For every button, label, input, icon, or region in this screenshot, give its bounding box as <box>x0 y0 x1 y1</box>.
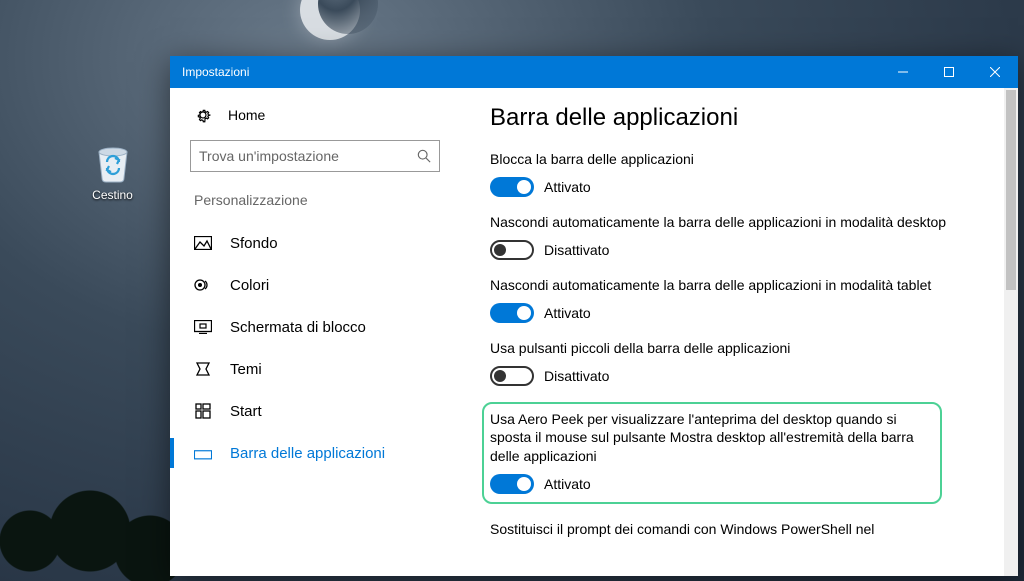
sidebar-item-label: Sfondo <box>230 235 278 252</box>
sidebar-item-colori[interactable]: Colori <box>190 264 440 306</box>
colori-icon <box>194 276 212 294</box>
sidebar-item-temi[interactable]: Temi <box>190 348 440 390</box>
close-button[interactable] <box>972 56 1018 88</box>
sidebar-item-label: Barra delle applicazioni <box>230 445 385 462</box>
sidebar: Home Trova un'impostazione Personalizzaz… <box>170 88 460 576</box>
recycle-bin-icon <box>91 140 135 184</box>
gear-icon <box>194 106 212 124</box>
toggle-state: Attivato <box>544 305 591 321</box>
minimize-button[interactable] <box>880 56 926 88</box>
recycle-bin-label: Cestino <box>75 188 150 202</box>
barra-delle-applicazioni-icon <box>194 444 212 462</box>
maximize-icon <box>944 67 954 77</box>
sidebar-item-start[interactable]: Start <box>190 390 440 432</box>
toggle-2[interactable] <box>490 303 534 323</box>
start-icon <box>194 402 212 420</box>
sidebar-item-label: Start <box>230 403 262 420</box>
titlebar[interactable]: Impostazioni <box>170 56 1018 88</box>
home-link[interactable]: Home <box>194 106 440 124</box>
toggle-state: Attivato <box>544 179 591 195</box>
toggle-3[interactable] <box>490 366 534 386</box>
category-label: Personalizzazione <box>194 192 440 208</box>
toggle-4[interactable] <box>490 474 534 494</box>
toggle-0[interactable] <box>490 177 534 197</box>
moon-decoration <box>300 0 360 40</box>
settings-window: Impostazioni Home Trova un'impostazione … <box>170 56 1018 576</box>
content-pane: Barra delle applicazioni Blocca la barra… <box>460 88 1018 576</box>
sidebar-item-sfondo[interactable]: Sfondo <box>190 222 440 264</box>
setting-2: Nascondi automaticamente la barra delle … <box>490 276 950 323</box>
maximize-button[interactable] <box>926 56 972 88</box>
setting-label: Usa Aero Peek per visualizzare l'antepri… <box>490 410 932 467</box>
schermata-di-blocco-icon <box>194 318 212 336</box>
nav-list: Sfondo Colori Schermata di blocco Temi Start… <box>190 222 440 474</box>
sidebar-item-label: Schermata di blocco <box>230 319 366 336</box>
scrollbar[interactable] <box>1004 88 1018 576</box>
sidebar-item-barra-delle-applicazioni[interactable]: Barra delle applicazioni <box>190 432 440 474</box>
setting-0: Blocca la barra delle applicazioni Attiva… <box>490 150 950 197</box>
page-title: Barra delle applicazioni <box>490 104 1008 132</box>
temi-icon <box>194 360 212 378</box>
sidebar-item-label: Colori <box>230 277 269 294</box>
setting-label: Nascondi automaticamente la barra delle … <box>490 276 950 295</box>
sfondo-icon <box>194 234 212 252</box>
setting-label: Sostituisci il prompt dei comandi con Wi… <box>490 520 950 539</box>
search-placeholder: Trova un'impostazione <box>199 148 417 164</box>
toggle-1[interactable] <box>490 240 534 260</box>
setting-5: Sostituisci il prompt dei comandi con Wi… <box>490 520 950 539</box>
setting-label: Nascondi automaticamente la barra delle … <box>490 213 950 232</box>
close-icon <box>990 67 1000 77</box>
search-input[interactable]: Trova un'impostazione <box>190 140 440 172</box>
setting-3: Usa pulsanti piccoli della barra delle a… <box>490 339 950 386</box>
sidebar-item-label: Temi <box>230 361 262 378</box>
setting-4: Usa Aero Peek per visualizzare l'antepri… <box>482 402 942 505</box>
minimize-icon <box>898 67 908 77</box>
sidebar-item-schermata-di-blocco[interactable]: Schermata di blocco <box>190 306 440 348</box>
recycle-bin[interactable]: Cestino <box>75 140 150 202</box>
setting-1: Nascondi automaticamente la barra delle … <box>490 213 950 260</box>
search-icon <box>417 149 431 163</box>
setting-label: Blocca la barra delle applicazioni <box>490 150 950 169</box>
toggle-state: Attivato <box>544 476 591 492</box>
window-title: Impostazioni <box>182 65 249 79</box>
home-label: Home <box>228 107 265 123</box>
setting-label: Usa pulsanti piccoli della barra delle a… <box>490 339 950 358</box>
toggle-state: Disattivato <box>544 242 609 258</box>
toggle-state: Disattivato <box>544 368 609 384</box>
trees-decoration <box>0 281 180 581</box>
